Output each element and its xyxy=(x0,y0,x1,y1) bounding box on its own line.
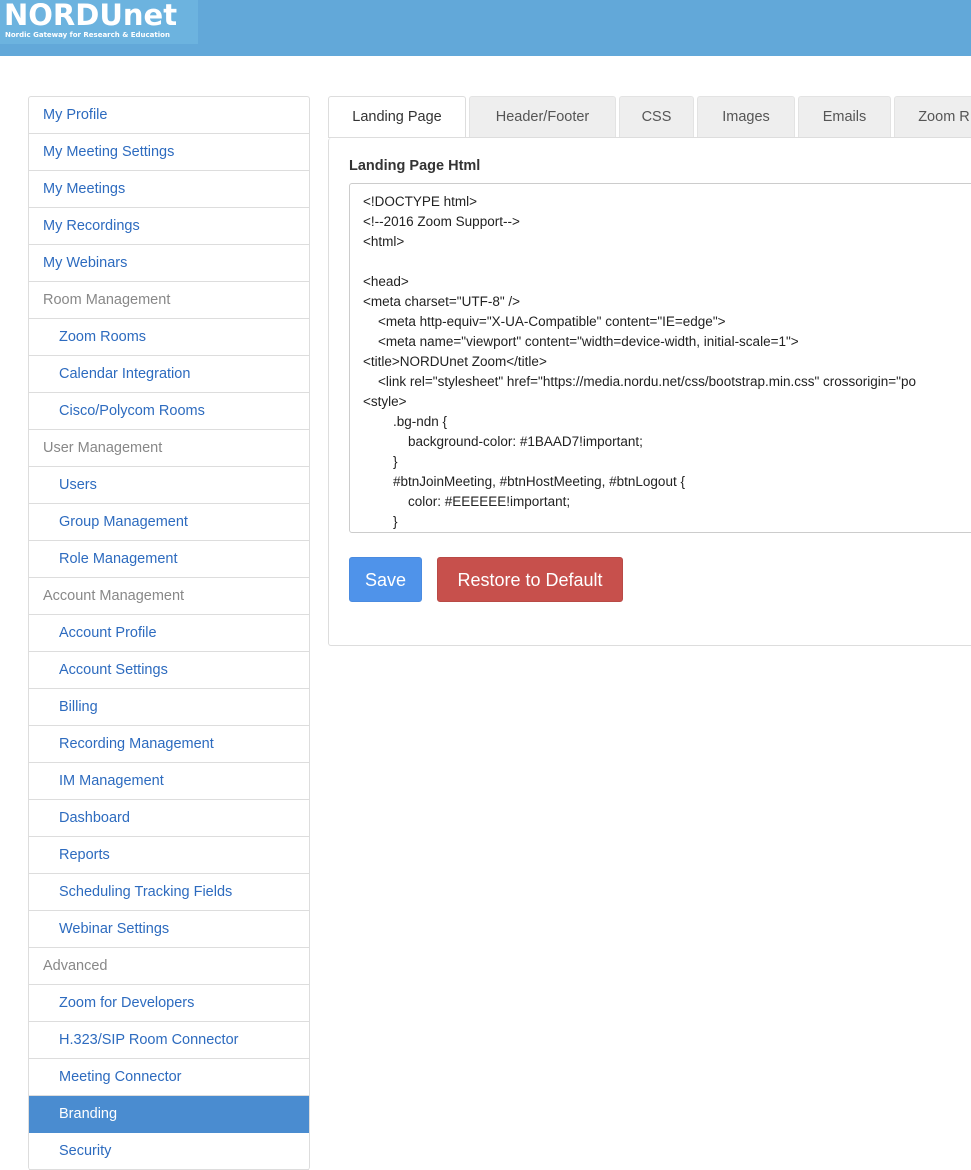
code-line: background-color: #1BAAD7!important; xyxy=(363,434,643,449)
top-header-bar: NORDUnet Nordic Gateway for Research & E… xyxy=(0,0,971,56)
logo-text: NORDUnet xyxy=(4,0,178,32)
landing-page-html-label: Landing Page Html xyxy=(349,158,481,174)
code-line: #btnJoinMeeting, #btnHostMeeting, #btnLo… xyxy=(363,474,685,489)
sidebar-item-my-webinars[interactable]: My Webinars xyxy=(29,245,309,282)
sidebar-item-zoom-for-developers[interactable]: Zoom for Developers xyxy=(29,985,309,1022)
sidebar-item-users[interactable]: Users xyxy=(29,467,309,504)
sidebar-nav: My Profile My Meeting Settings My Meetings… xyxy=(28,96,310,1170)
sidebar-section-account-management: Account Management xyxy=(29,578,309,615)
sidebar-section-advanced: Advanced xyxy=(29,948,309,985)
code-line: <head> xyxy=(363,274,409,289)
sidebar-item-my-meeting-settings[interactable]: My Meeting Settings xyxy=(29,134,309,171)
sidebar-item-scheduling-tracking-fields[interactable]: Scheduling Tracking Fields xyxy=(29,874,309,911)
code-line: <title>NORDUnet Zoom</title> xyxy=(363,354,547,369)
sidebar-item-h-323-sip-room-connector[interactable]: H.323/SIP Room Connector xyxy=(29,1022,309,1059)
code-line: .bg-ndn { xyxy=(363,414,448,429)
sidebar-item-account-settings[interactable]: Account Settings xyxy=(29,652,309,689)
sidebar-item-zoom-rooms[interactable]: Zoom Rooms xyxy=(29,319,309,356)
sidebar-item-security[interactable]: Security xyxy=(29,1133,309,1170)
branding-tabs: Landing Page Header/Footer CSS Images Emails… xyxy=(328,96,971,138)
code-line: <link rel="stylesheet" href="https://med… xyxy=(363,374,916,389)
sidebar-item-meeting-connector[interactable]: Meeting Connector xyxy=(29,1059,309,1096)
sidebar-section-user-management: User Management xyxy=(29,430,309,467)
tab-landing-page[interactable]: Landing Page xyxy=(328,96,466,137)
code-line: <meta name="viewport" content="width=dev… xyxy=(363,334,799,349)
tab-emails[interactable]: Emails xyxy=(798,96,891,137)
sidebar-item-my-meetings[interactable]: My Meetings xyxy=(29,171,309,208)
code-line: } xyxy=(363,514,398,529)
save-button[interactable]: Save xyxy=(349,557,422,602)
sidebar-item-my-recordings[interactable]: My Recordings xyxy=(29,208,309,245)
sidebar-item-dashboard[interactable]: Dashboard xyxy=(29,800,309,837)
code-line: <html> xyxy=(363,234,405,249)
sidebar-item-role-management[interactable]: Role Management xyxy=(29,541,309,578)
nordunet-logo[interactable]: NORDUnet Nordic Gateway for Research & E… xyxy=(0,0,198,44)
tab-images[interactable]: Images xyxy=(697,96,795,137)
sidebar-item-account-profile[interactable]: Account Profile xyxy=(29,615,309,652)
restore-to-default-button[interactable]: Restore to Default xyxy=(437,557,623,602)
tab-header-footer[interactable]: Header/Footer xyxy=(469,96,616,137)
tab-zoom-r[interactable]: Zoom R xyxy=(894,96,971,137)
sidebar-item-webinar-settings[interactable]: Webinar Settings xyxy=(29,911,309,948)
code-line: <style> xyxy=(363,394,407,409)
code-line: } xyxy=(363,454,398,469)
code-line: color: #EEEEEE!important; xyxy=(363,494,571,509)
sidebar-item-branding[interactable]: Branding xyxy=(29,1096,309,1133)
code-line: <meta charset="UTF-8" /> xyxy=(363,294,521,309)
sidebar-item-calendar-integration[interactable]: Calendar Integration xyxy=(29,356,309,393)
code-line: <meta http-equiv="X-UA-Compatible" conte… xyxy=(363,314,726,329)
code-line: <!--2016 Zoom Support--> xyxy=(363,214,520,229)
tab-css[interactable]: CSS xyxy=(619,96,694,137)
sidebar-item-cisco-polycom-rooms[interactable]: Cisco/Polycom Rooms xyxy=(29,393,309,430)
sidebar-item-recording-management[interactable]: Recording Management xyxy=(29,726,309,763)
landing-page-html-editor[interactable]: <!DOCTYPE html> <!--2016 Zoom Support--> <… xyxy=(349,183,971,533)
sidebar-item-billing[interactable]: Billing xyxy=(29,689,309,726)
code-line: <!DOCTYPE html> xyxy=(363,194,478,209)
logo-tagline: Nordic Gateway for Research & Education xyxy=(5,31,170,39)
sidebar-item-group-management[interactable]: Group Management xyxy=(29,504,309,541)
sidebar-item-my-profile[interactable]: My Profile xyxy=(29,97,309,134)
sidebar-item-reports[interactable]: Reports xyxy=(29,837,309,874)
sidebar-section-room-management: Room Management xyxy=(29,282,309,319)
sidebar-item-im-management[interactable]: IM Management xyxy=(29,763,309,800)
